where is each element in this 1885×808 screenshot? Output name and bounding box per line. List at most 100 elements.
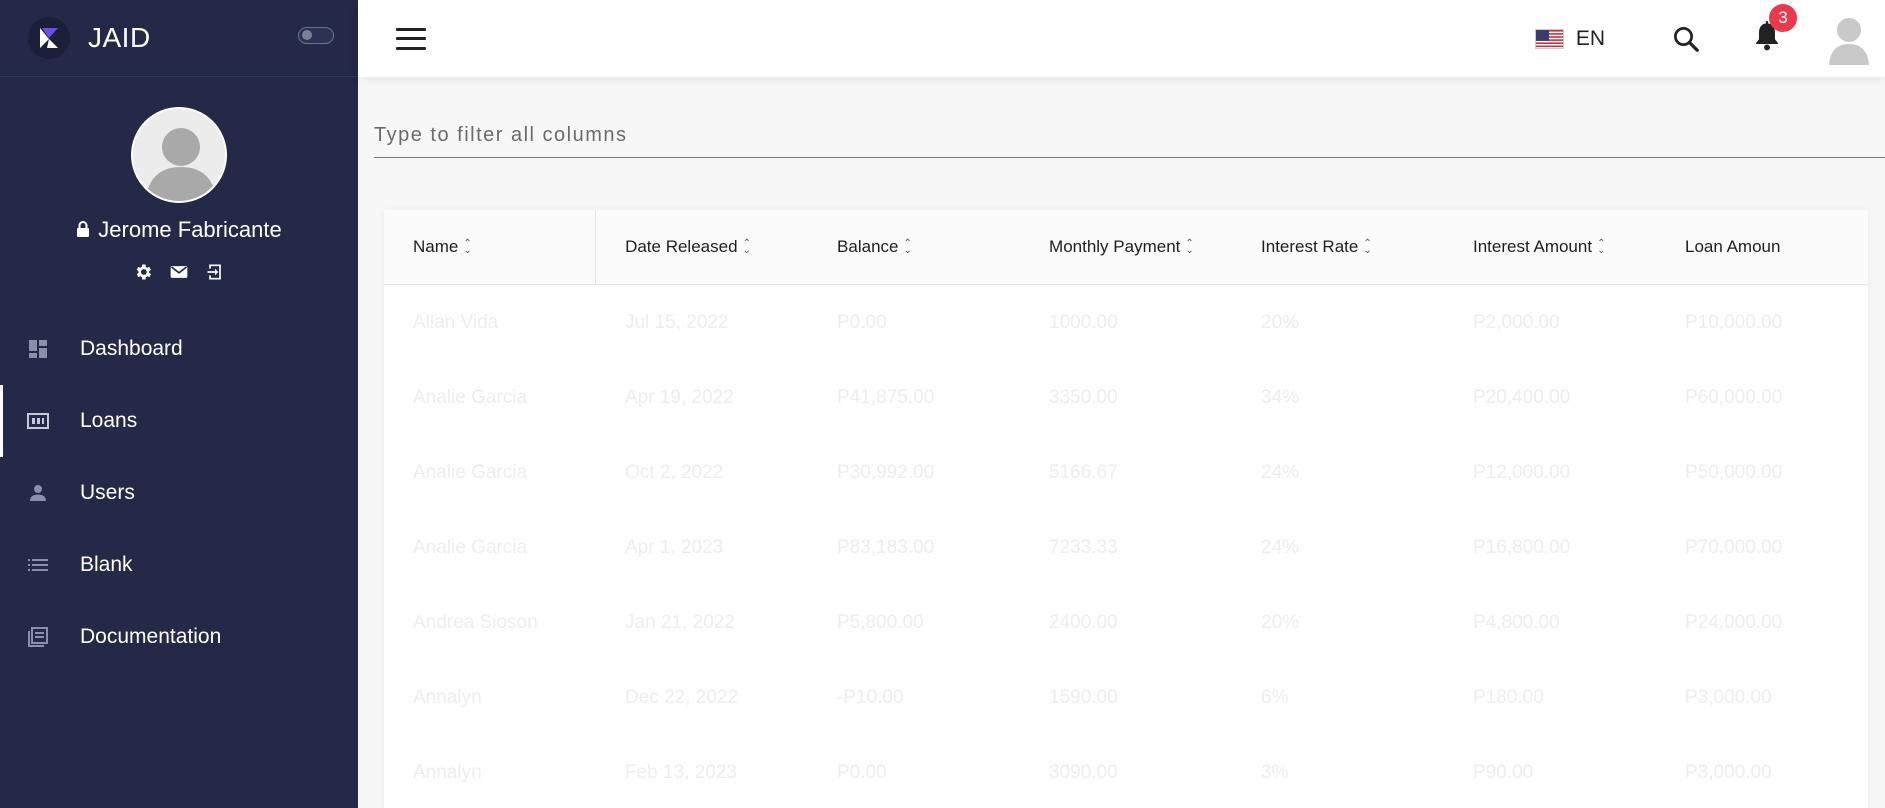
cell-interest-rate: 20% <box>1261 611 1300 633</box>
column-header-interest-rate[interactable]: Interest Rate ⌃ ⌄ <box>1232 210 1444 284</box>
menu-icon[interactable] <box>396 27 426 50</box>
cell-interest-rate: 20% <box>1261 311 1300 333</box>
cell-date-released: Apr 19, 2022 <box>625 386 734 408</box>
cell-loan-amount: P3,000.00 <box>1685 761 1772 783</box>
cell-interest-rate: 24% <box>1261 536 1300 558</box>
profile-name-row: Jerome Fabricante <box>0 217 358 243</box>
language-selector[interactable]: EN <box>1534 27 1605 51</box>
sidebar-item-users[interactable]: Users <box>0 457 358 529</box>
sidebar-item-label: Loans <box>80 409 138 432</box>
profile-avatar[interactable] <box>131 107 227 203</box>
cell-date-released: Feb 13, 2023 <box>625 761 737 783</box>
cell-date-released: Apr 1, 2023 <box>625 536 724 558</box>
list-icon <box>26 553 50 577</box>
cell-interest-rate: 34% <box>1261 386 1300 408</box>
sidebar-item-label: Blank <box>80 553 133 576</box>
sort-icon: ⌃ ⌄ <box>1185 238 1194 256</box>
lock-icon <box>76 217 90 243</box>
cell-balance: P30,992.00 <box>837 461 935 483</box>
cell-balance: P41,875.00 <box>837 386 935 408</box>
cell-monthly-payment: 3090.00 <box>1049 761 1118 783</box>
cell-loan-amount: P3,000.00 <box>1685 686 1772 708</box>
table-row[interactable]: Analie Garcia Oct 2, 2022 P30,992.00 516… <box>384 435 1868 510</box>
column-header-monthly-payment[interactable]: Monthly Payment ⌃ ⌄ <box>1020 210 1232 284</box>
table-row[interactable]: Andrea Sioson Jan 21, 2022 P5,800.00 240… <box>384 585 1868 660</box>
cell-name: Annalyn <box>413 686 482 708</box>
loans-icon <box>26 409 50 433</box>
notification-count-badge: 3 <box>1769 4 1797 32</box>
cell-date-released: Oct 2, 2022 <box>625 461 724 483</box>
sidebar: JAID Jerome Fabricante Dashboard Loans U… <box>0 0 358 808</box>
brand-header: JAID <box>0 0 358 77</box>
loans-table: Name ⌃ ⌄ Date Released ⌃ ⌄ Balance ⌃ ⌄ Monthly… <box>384 210 1868 808</box>
sidebar-item-dashboard[interactable]: Dashboard <box>0 313 358 385</box>
cell-interest-amount: P16,800.00 <box>1473 536 1571 558</box>
table-row[interactable]: Annalyn Feb 13, 2023 P0.00 3090.00 3% P9… <box>384 735 1868 808</box>
cell-interest-amount: P2,000.00 <box>1473 311 1560 333</box>
cell-interest-amount: P180.00 <box>1473 686 1544 708</box>
topbar-actions: EN 3 <box>1534 0 1885 77</box>
sidebar-item-label: Users <box>80 481 135 504</box>
table-body: Allan Vida Jul 15, 2022 P0.00 1000.00 20… <box>384 285 1868 808</box>
sidebar-item-label: Documentation <box>80 625 222 648</box>
table-row[interactable]: Analie Garcia Apr 19, 2022 P41,875.00 33… <box>384 360 1868 435</box>
cell-monthly-payment: 5166.67 <box>1049 461 1118 483</box>
mail-icon[interactable] <box>168 261 190 283</box>
sort-icon: ⌃ ⌄ <box>463 238 472 256</box>
user-avatar[interactable] <box>1827 13 1871 65</box>
profile-section: Jerome Fabricante <box>0 77 358 283</box>
cell-loan-amount: P50,000.00 <box>1685 461 1783 483</box>
table-header: Name ⌃ ⌄ Date Released ⌃ ⌄ Balance ⌃ ⌄ Monthly… <box>384 210 1868 285</box>
sort-icon: ⌃ ⌄ <box>903 238 912 256</box>
column-header-name[interactable]: Name ⌃ ⌄ <box>384 210 597 284</box>
cell-date-released: Jan 21, 2022 <box>625 611 735 633</box>
cell-interest-rate: 3% <box>1261 761 1289 783</box>
column-header-date-released[interactable]: Date Released ⌃ ⌄ <box>596 210 808 284</box>
brand-logo-icon[interactable] <box>28 17 70 59</box>
sidebar-item-blank[interactable]: Blank <box>0 529 358 601</box>
sidebar-nav: Dashboard Loans Users Blank Documentatio… <box>0 313 358 673</box>
brand-name: JAID <box>88 22 151 53</box>
table-row[interactable]: Allan Vida Jul 15, 2022 P0.00 1000.00 20… <box>384 285 1868 360</box>
profile-name: Jerome Fabricante <box>98 217 282 242</box>
cell-name: Annalyn <box>413 761 482 783</box>
search-icon[interactable] <box>1671 24 1701 54</box>
cell-interest-rate: 24% <box>1261 461 1300 483</box>
cell-name: Analie Garcia <box>413 536 528 558</box>
column-header-loan-amount[interactable]: Loan Amoun <box>1656 210 1868 284</box>
cell-loan-amount: P10,000.00 <box>1685 311 1783 333</box>
cell-date-released: Dec 22, 2022 <box>625 686 739 708</box>
logout-icon[interactable] <box>204 261 226 283</box>
sidebar-item-documentation[interactable]: Documentation <box>0 601 358 673</box>
column-header-interest-amount[interactable]: Interest Amount ⌃ ⌄ <box>1444 210 1656 284</box>
documentation-icon <box>26 625 50 649</box>
cell-monthly-payment: 3350.00 <box>1049 386 1118 408</box>
gear-icon[interactable] <box>132 261 154 283</box>
cell-balance: P0.00 <box>837 311 887 333</box>
cell-balance: P83,183.00 <box>837 536 935 558</box>
cell-interest-rate: 6% <box>1261 686 1289 708</box>
cell-name: Analie Garcia <box>413 461 528 483</box>
cell-loan-amount: P70,000.00 <box>1685 536 1783 558</box>
cell-balance: -P10.00 <box>837 686 904 708</box>
cell-interest-amount: P90.00 <box>1473 761 1534 783</box>
cell-monthly-payment: 1000.00 <box>1049 311 1118 333</box>
notifications-button[interactable]: 3 <box>1753 4 1797 57</box>
table-row[interactable]: Annalyn Dec 22, 2022 -P10.00 1590.00 6% … <box>384 660 1868 735</box>
sidebar-item-loans[interactable]: Loans <box>0 385 358 457</box>
sort-icon: ⌃ ⌄ <box>742 238 751 256</box>
sidebar-item-label: Dashboard <box>80 337 183 360</box>
cell-name: Andrea Sioson <box>413 611 538 633</box>
sidebar-toggle-switch[interactable] <box>298 27 334 44</box>
sort-icon: ⌃ ⌄ <box>1597 238 1606 256</box>
table-row[interactable]: Analie Garcia Apr 1, 2023 P83,183.00 723… <box>384 510 1868 585</box>
cell-interest-amount: P4,800.00 <box>1473 611 1560 633</box>
cell-monthly-payment: 2400.00 <box>1049 611 1118 633</box>
column-header-balance[interactable]: Balance ⌃ ⌄ <box>808 210 1020 284</box>
toggle-knob <box>302 30 312 40</box>
us-flag-icon <box>1534 28 1564 49</box>
cell-date-released: Jul 15, 2022 <box>625 311 729 333</box>
cell-monthly-payment: 7233.33 <box>1049 536 1118 558</box>
filter-input[interactable] <box>374 114 1885 147</box>
cell-name: Analie Garcia <box>413 386 528 408</box>
